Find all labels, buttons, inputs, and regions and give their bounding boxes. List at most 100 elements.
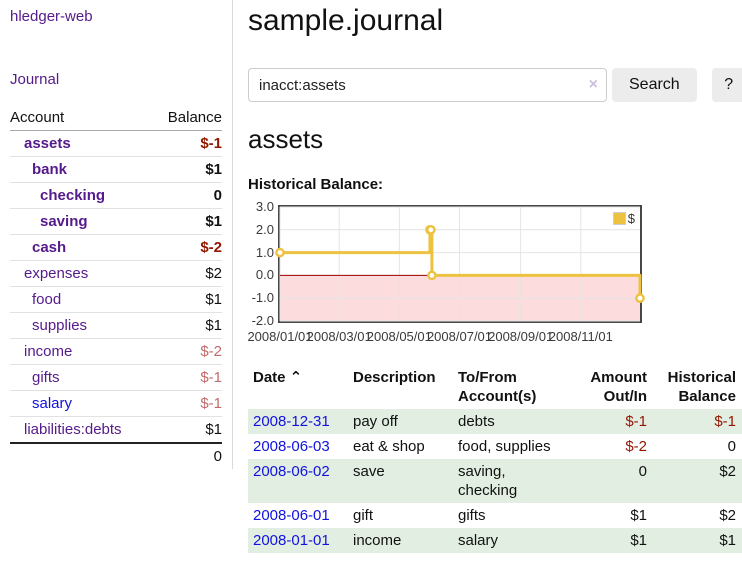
- account-link[interactable]: assets: [24, 135, 71, 152]
- transaction-amount: $1: [568, 503, 653, 528]
- register-table: Date ⌃DescriptionTo/From Account(s)Amoun…: [248, 365, 742, 553]
- historical-balance-chart: $ 3.02.01.00.0-1.0-2.02008/01/012008/03/…: [248, 203, 668, 343]
- transaction-amount: $-1: [568, 409, 653, 434]
- accounts-header-account: Account: [10, 106, 153, 131]
- account-row: expenses $2: [10, 261, 222, 287]
- account-link[interactable]: checking: [40, 187, 105, 204]
- transaction-balance: $-1: [653, 409, 742, 434]
- account-row: gifts$-1: [10, 365, 222, 391]
- transaction-description: eat & shop: [348, 434, 453, 459]
- search-input[interactable]: [248, 68, 607, 102]
- account-link[interactable]: income: [24, 343, 72, 360]
- help-button[interactable]: ?: [712, 68, 742, 102]
- transaction-amount: $-2: [568, 434, 653, 459]
- page-title: sample.journal: [248, 2, 742, 40]
- transaction-description: gift: [348, 503, 453, 528]
- account-row: liabilities:debts $1: [10, 417, 222, 444]
- account-link[interactable]: saving: [40, 213, 88, 230]
- account-row: checking 0: [10, 183, 222, 209]
- register-column-header: Amount Out/In: [568, 365, 653, 409]
- transaction-balance: 0: [653, 434, 742, 459]
- y-axis-tick-label: 1.0: [248, 246, 274, 260]
- account-link[interactable]: gifts: [32, 369, 60, 386]
- register-row: 2008-01-01incomesalary$1$1: [248, 528, 742, 553]
- account-balance: $1: [153, 417, 222, 444]
- x-axis-tick-label: 2008/11/01: [545, 329, 617, 344]
- transaction-date-link[interactable]: 2008-12-31: [253, 413, 330, 430]
- account-link[interactable]: supplies: [32, 317, 87, 334]
- account-row: saving $1: [10, 209, 222, 235]
- account-row: cash $-2: [10, 235, 222, 261]
- transaction-amount: $1: [568, 528, 653, 553]
- account-link[interactable]: food: [32, 291, 61, 308]
- account-link[interactable]: salary: [32, 395, 72, 412]
- y-axis-tick-label: -1.0: [248, 291, 274, 305]
- register-column-header: Description: [348, 365, 453, 409]
- accounts-total-row: 0: [10, 443, 222, 469]
- account-balance: $1: [153, 209, 222, 235]
- sidebar: hledger-web Journal Account Balance asse…: [0, 0, 233, 469]
- account-link[interactable]: bank: [32, 161, 67, 178]
- transaction-balance: $1: [653, 528, 742, 553]
- account-balance: $-1: [153, 131, 222, 157]
- register-row: 2008-06-02 savesaving, checking0$2: [248, 459, 742, 503]
- sort-asc-icon: ⌃: [286, 369, 303, 386]
- account-balance: $1: [153, 287, 222, 313]
- transaction-date-link[interactable]: 2008-06-02: [253, 463, 330, 480]
- transaction-accounts: salary: [453, 528, 568, 553]
- sidebar-nav: Journal: [10, 71, 222, 88]
- register-row: 2008-06-03 eat & shopfood, supplies$-20: [248, 434, 742, 459]
- account-link[interactable]: expenses: [24, 265, 88, 282]
- transaction-date-link[interactable]: 2008-06-01: [253, 507, 330, 524]
- legend-swatch-icon: [613, 212, 626, 225]
- register-row: 2008-12-31pay offdebts$-1$-1: [248, 409, 742, 434]
- transaction-accounts: gifts: [453, 503, 568, 528]
- transaction-accounts: food, supplies: [453, 434, 568, 459]
- transaction-date-link[interactable]: 2008-01-01: [253, 532, 330, 549]
- account-balance: $-2: [153, 235, 222, 261]
- account-row: supplies $1: [10, 313, 222, 339]
- main-pane: sample.journal × Search ? assets Histori…: [233, 0, 742, 553]
- y-axis-tick-label: 0.0: [248, 268, 274, 282]
- accounts-table: Account Balance assets $-1 bank $1 checking 0…: [10, 106, 222, 469]
- account-link[interactable]: cash: [32, 239, 66, 256]
- transaction-accounts: saving, checking: [453, 459, 568, 503]
- chart-canvas: [280, 207, 640, 321]
- chart-legend: $: [613, 211, 635, 226]
- transaction-balance: $2: [653, 503, 742, 528]
- accounts-header-balance: Balance: [153, 106, 222, 131]
- account-row: salary $-1: [10, 391, 222, 417]
- register-column-header: Date ⌃: [248, 365, 348, 409]
- search-button[interactable]: Search: [612, 68, 697, 102]
- chart-plot-area: $: [278, 205, 642, 323]
- chart-title: Historical Balance:: [248, 176, 742, 193]
- account-balance: $1: [153, 157, 222, 183]
- brand-link[interactable]: hledger-web: [10, 8, 93, 25]
- account-balance: $1: [153, 313, 222, 339]
- account-row: income $-2: [10, 339, 222, 365]
- account-balance: $-1: [153, 391, 222, 417]
- account-row: assets $-1: [10, 131, 222, 157]
- transaction-amount: 0: [568, 459, 653, 503]
- y-axis-tick-label: -2.0: [248, 314, 274, 328]
- accounts-total: 0: [153, 443, 222, 469]
- transaction-description: income: [348, 528, 453, 553]
- register-row: 2008-06-01 giftgifts$1$2: [248, 503, 742, 528]
- clear-search-icon[interactable]: ×: [589, 75, 598, 95]
- account-balance: $-2: [153, 339, 222, 365]
- account-link[interactable]: liabilities:debts: [24, 421, 122, 438]
- legend-label: $: [628, 211, 635, 226]
- app-window: hledger-web Journal Account Balance asse…: [0, 0, 742, 553]
- register-column-header: To/From Account(s): [453, 365, 568, 409]
- search-form: × Search ?: [248, 68, 742, 102]
- register-column-header: Historical Balance: [653, 365, 742, 409]
- transaction-accounts: debts: [453, 409, 568, 434]
- transaction-balance: $2: [653, 459, 742, 503]
- transaction-description: save: [348, 459, 453, 503]
- account-balance: 0: [153, 183, 222, 209]
- account-balance: $2: [153, 261, 222, 287]
- account-row: bank $1: [10, 157, 222, 183]
- transaction-date-link[interactable]: 2008-06-03: [253, 438, 330, 455]
- account-heading: assets: [248, 124, 742, 154]
- sidebar-item-journal[interactable]: Journal: [10, 71, 59, 88]
